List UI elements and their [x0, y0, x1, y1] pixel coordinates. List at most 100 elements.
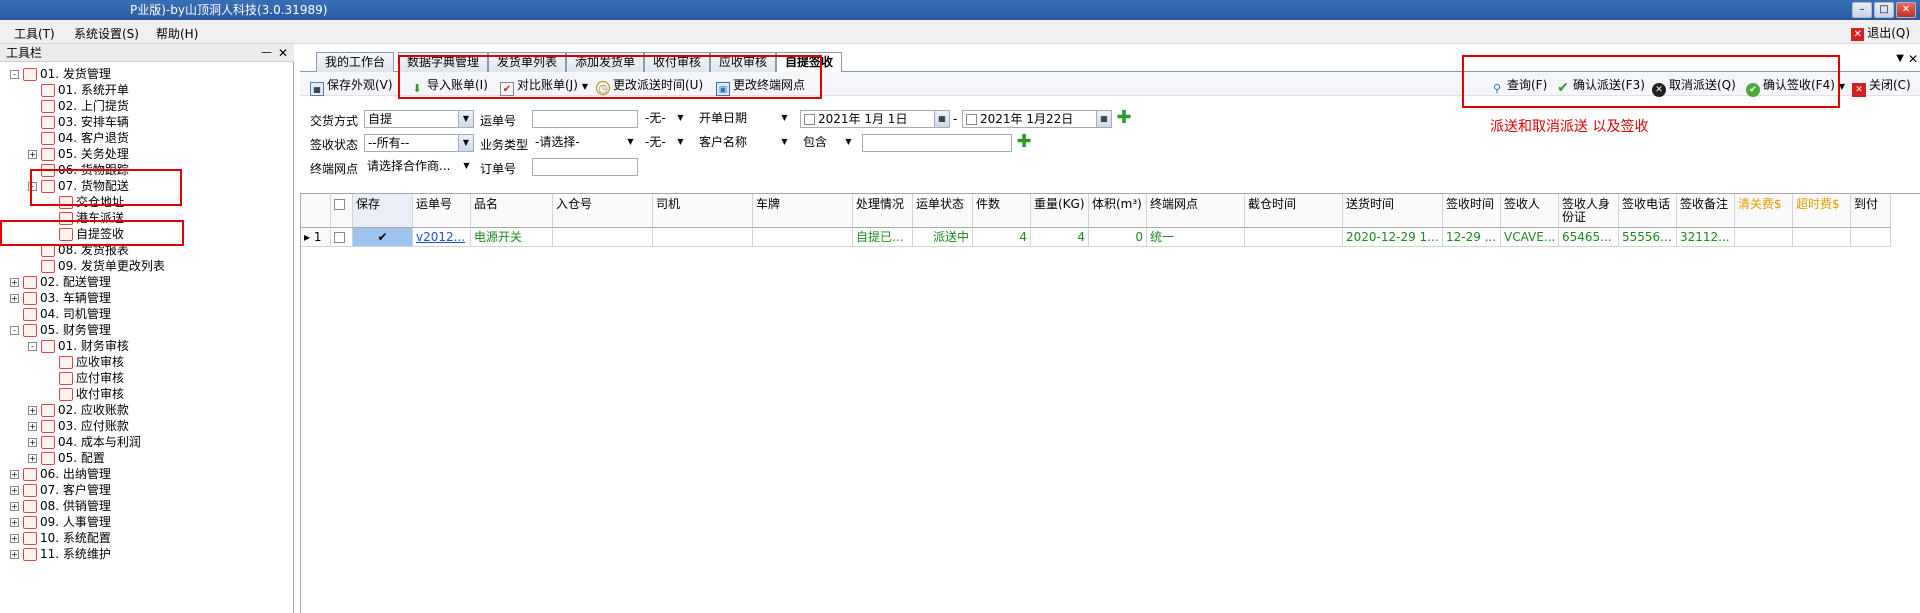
column-header[interactable]: 签收电话: [1619, 194, 1677, 228]
table-cell[interactable]: [653, 228, 753, 247]
tree-node[interactable]: +06. 出纳管理: [10, 466, 111, 482]
column-header[interactable]: 到付: [1851, 194, 1891, 228]
tree-node[interactable]: - 01. 财务审核: [28, 338, 129, 354]
table-cell[interactable]: 65465...: [1559, 228, 1619, 247]
expand-icon[interactable]: +: [10, 278, 19, 287]
column-header[interactable]: 入仓号: [553, 194, 653, 228]
column-header[interactable]: 送货时间: [1343, 194, 1443, 228]
save-layout-button[interactable]: ▦ 保存外观(V): [310, 76, 393, 96]
table-cell[interactable]: ✔: [353, 228, 413, 247]
column-header[interactable]: 体积(m³): [1089, 194, 1147, 228]
table-cell[interactable]: [1245, 228, 1343, 247]
expand-icon[interactable]: +: [10, 486, 19, 495]
date-from-checkbox[interactable]: [804, 114, 815, 125]
column-header[interactable]: 运单号: [413, 194, 471, 228]
tab-close-icon[interactable]: ✕: [1908, 52, 1918, 66]
waybill-option-select[interactable]: -无- ▼: [642, 110, 688, 128]
customer-name-input[interactable]: [862, 134, 1012, 152]
collapse-icon[interactable]: -: [10, 70, 19, 79]
table-cell[interactable]: 统一: [1147, 228, 1245, 247]
expand-icon[interactable]: +: [28, 422, 37, 431]
waybill-link[interactable]: v2012...: [413, 228, 471, 247]
date-to-picker[interactable]: 2021年 1月22日 ▦: [962, 110, 1112, 128]
tree-node[interactable]: 03. 安排车辆: [28, 114, 129, 130]
sign-status-select[interactable]: --所有-- ▼: [364, 134, 474, 152]
tab-workbench[interactable]: 我的工作台: [316, 52, 395, 72]
business-type-select[interactable]: -请选择- ▼: [532, 134, 638, 152]
close-icon[interactable]: ✕: [278, 44, 288, 62]
date-type-select[interactable]: 开单日期 ▼: [696, 110, 792, 128]
tree-node[interactable]: +07. 客户管理: [10, 482, 111, 498]
tree-node[interactable]: 09. 发货单更改列表: [28, 258, 165, 274]
column-header[interactable]: 保存: [353, 194, 413, 228]
expand-icon[interactable]: +: [10, 534, 19, 543]
tree-node[interactable]: +03. 车辆管理: [10, 290, 111, 306]
table-cell[interactable]: 4: [1031, 228, 1089, 247]
column-header[interactable]: 车牌: [753, 194, 853, 228]
column-header[interactable]: [301, 194, 331, 228]
tree-node[interactable]: +04. 成本与利润: [28, 434, 141, 450]
tree-node[interactable]: +02. 应收账款: [28, 402, 129, 418]
terminal-select[interactable]: 请选择合作商... ▼: [364, 158, 474, 176]
column-header[interactable]: 运单状态: [913, 194, 973, 228]
row-header[interactable]: ▸ 1: [301, 228, 331, 247]
tree-node[interactable]: +05. 配置: [28, 450, 105, 466]
expand-icon[interactable]: +: [10, 294, 19, 303]
tree-node[interactable]: 04. 司机管理: [10, 306, 111, 322]
table-cell[interactable]: [1793, 228, 1851, 247]
collapse-icon[interactable]: -: [28, 342, 37, 351]
column-header[interactable]: 重量(KG): [1031, 194, 1089, 228]
menu-tools[interactable]: 工具(T): [14, 25, 55, 42]
tree-node[interactable]: 应收审核: [46, 354, 124, 370]
table-cell[interactable]: 0: [1089, 228, 1147, 247]
pin-icon[interactable]: ᅳ: [261, 44, 272, 62]
tree-node[interactable]: 01. 系统开单: [28, 82, 129, 98]
table-cell[interactable]: [1851, 228, 1891, 247]
table-cell[interactable]: 55556...: [1619, 228, 1677, 247]
exit-button[interactable]: ✕ 退出(Q): [1851, 24, 1910, 41]
close-window-button[interactable]: ✕: [1896, 2, 1916, 18]
close-tab-button[interactable]: ✕ 关闭(C): [1852, 76, 1911, 97]
expand-icon[interactable]: +: [28, 150, 37, 159]
customer-field-select[interactable]: 客户名称 ▼: [696, 134, 792, 152]
tree-node[interactable]: - 01. 发货管理: [10, 66, 111, 82]
tree-node[interactable]: 应付审核: [46, 370, 124, 386]
business-option-select[interactable]: -无- ▼: [642, 134, 688, 152]
table-cell[interactable]: 自提已...: [853, 228, 913, 247]
tree-node[interactable]: +03. 应付账款: [28, 418, 129, 434]
table-cell[interactable]: 2020-12-29 1...: [1343, 228, 1443, 247]
table-cell[interactable]: 电源开关: [471, 228, 553, 247]
maximize-button[interactable]: □: [1874, 2, 1894, 18]
table-cell[interactable]: [1735, 228, 1793, 247]
column-header[interactable]: 超时费$: [1793, 194, 1851, 228]
tree-node[interactable]: +05. 关务处理: [28, 146, 129, 162]
select-all-header[interactable]: [331, 194, 353, 228]
menu-help[interactable]: 帮助(H): [156, 25, 198, 42]
column-header[interactable]: 清关费$: [1735, 194, 1793, 228]
tree-node[interactable]: +10. 系统配置: [10, 530, 111, 546]
expand-icon[interactable]: +: [28, 454, 37, 463]
date-to-checkbox[interactable]: [966, 114, 977, 125]
waybill-input[interactable]: [532, 110, 638, 128]
column-header[interactable]: 处理情况: [853, 194, 913, 228]
expand-icon[interactable]: +: [10, 502, 19, 511]
table-cell[interactable]: 派送中: [913, 228, 973, 247]
table-cell[interactable]: [753, 228, 853, 247]
table-cell[interactable]: [553, 228, 653, 247]
expand-icon[interactable]: +: [28, 438, 37, 447]
column-header[interactable]: 终端网点: [1147, 194, 1245, 228]
expand-icon[interactable]: +: [10, 550, 19, 559]
column-header[interactable]: 品名: [471, 194, 553, 228]
tree-node[interactable]: +08. 供销管理: [10, 498, 111, 514]
table-cell[interactable]: 32112...: [1677, 228, 1735, 247]
column-header[interactable]: 签收人身份证: [1559, 194, 1619, 228]
tree-node[interactable]: 02. 上门提货: [28, 98, 129, 114]
expand-icon[interactable]: +: [10, 470, 19, 479]
table-cell[interactable]: [331, 228, 353, 247]
expand-icon[interactable]: +: [28, 406, 37, 415]
tree-node[interactable]: +11. 系统维护: [10, 546, 111, 562]
column-header[interactable]: 签收时间: [1443, 194, 1501, 228]
table-cell[interactable]: 12-29 ...: [1443, 228, 1501, 247]
order-input[interactable]: [532, 158, 638, 176]
tree-node[interactable]: +02. 配送管理: [10, 274, 111, 290]
